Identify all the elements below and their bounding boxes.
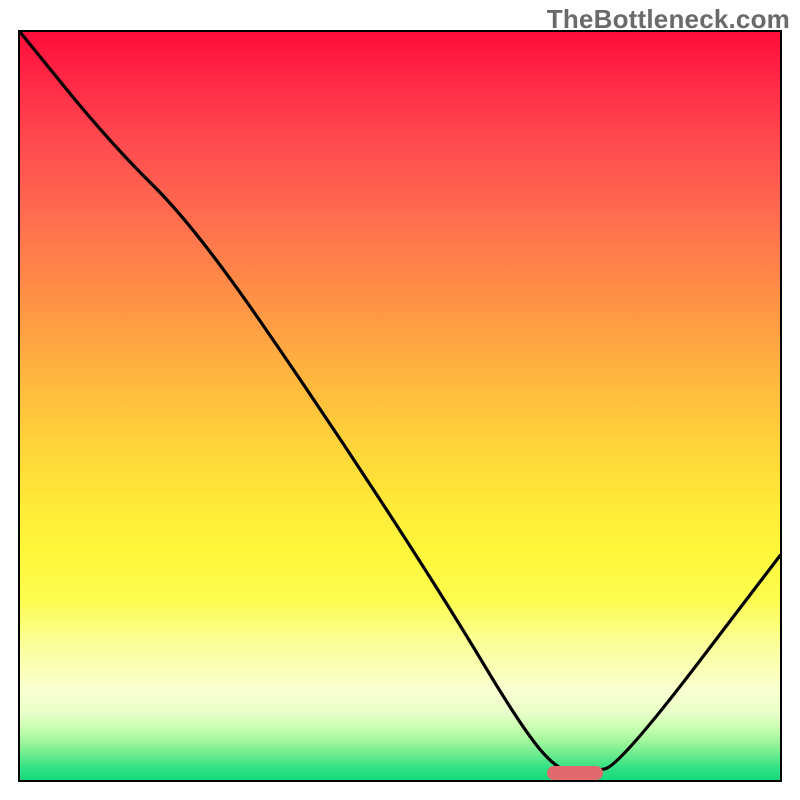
- bottleneck-curve: [20, 32, 780, 780]
- curve-path: [20, 32, 780, 773]
- plot-frame: [18, 30, 782, 782]
- chart-stage: TheBottleneck.com: [0, 0, 800, 800]
- valley-marker: [547, 766, 603, 780]
- watermark-label: TheBottleneck.com: [547, 4, 790, 35]
